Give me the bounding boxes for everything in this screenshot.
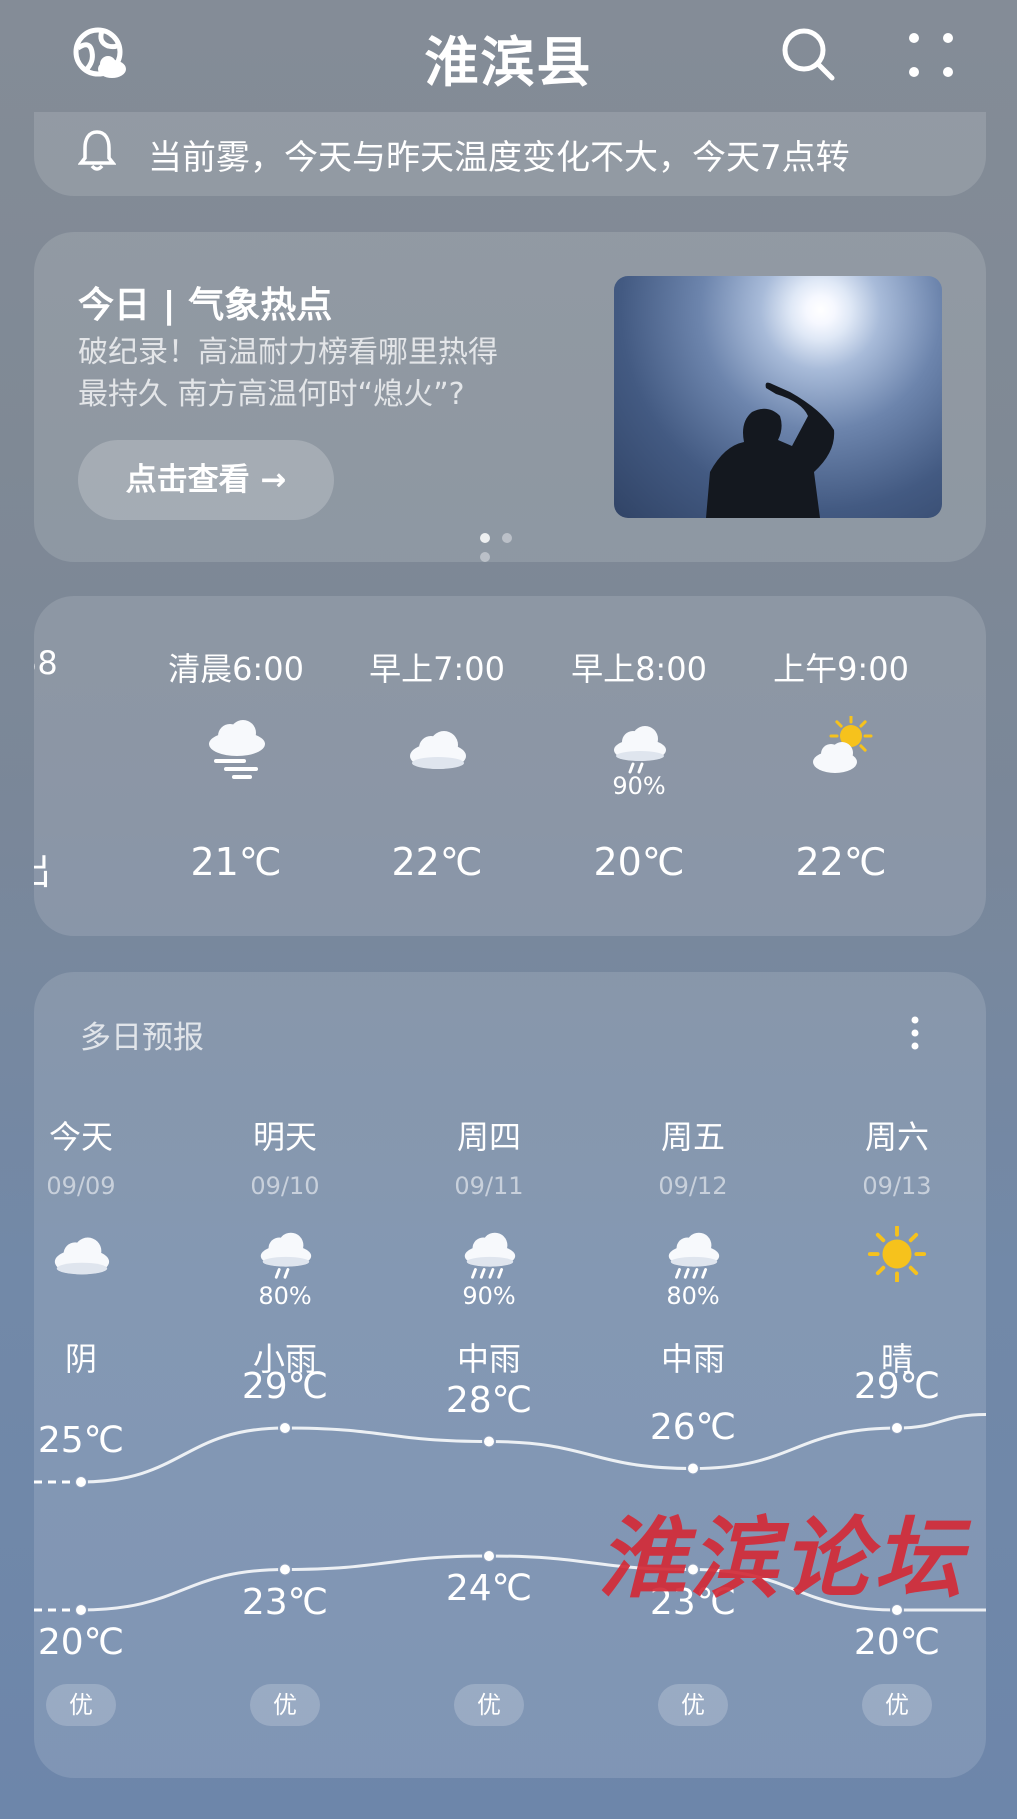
watermark-text: 淮滨论坛: [598, 1506, 967, 1610]
precip-probability: 90%: [612, 772, 666, 800]
partly-cloudy-icon: [809, 714, 873, 780]
hourly-temperature: 22℃: [795, 840, 887, 884]
alert-text: 当前雾，今天与昨天温度变化不大，今天7点转: [148, 138, 850, 178]
hourly-forecast-card[interactable]: :58 出 清晨6:00 21℃ 早上7:00 22℃ 早上8:00 90% 20℃ 上…: [34, 596, 986, 936]
high-temp-point: [74, 1475, 88, 1489]
hourly-time: 上午9:00: [773, 650, 909, 688]
high-temp-point: [278, 1421, 292, 1435]
high-temp-label: 25℃: [37, 1420, 125, 1461]
low-temp-label: 24℃: [445, 1568, 533, 1609]
hotspot-summary-line1: 破纪录！高温耐力榜看哪里热得: [78, 335, 498, 370]
top-bar: 淮滨县: [0, 0, 1017, 112]
hotspot-image[interactable]: [614, 276, 942, 518]
hourly-time: 清晨6:00: [168, 650, 304, 688]
hourly-temperature: 21℃: [190, 840, 282, 884]
bell-icon: [78, 130, 116, 171]
cloud-icon: [405, 716, 469, 780]
high-temp-point: [686, 1461, 700, 1476]
high-temp-label: 26℃: [649, 1406, 737, 1448]
low-temp-point: [278, 1562, 292, 1577]
carousel-indicator: [480, 528, 540, 562]
low-temp-point: [482, 1549, 496, 1563]
multi-day-forecast-card[interactable]: 多日预报 今天 09/09 阴 优明天 09/10 80% 小雨 优周四 09/…: [34, 972, 986, 1778]
hourly-temperature: 22℃: [391, 840, 483, 884]
hourly-temperature: 20℃: [593, 840, 685, 884]
weather-alert-banner[interactable]: 当前雾，今天与昨天温度变化不大，今天7点转: [34, 112, 986, 196]
high-temp-label: 28℃: [445, 1379, 533, 1421]
high-temp-line: [80, 1413, 986, 1484]
grid-menu-icon[interactable]: [906, 30, 956, 80]
sunrise-icon: [34, 716, 64, 780]
high-temp-point: [890, 1421, 904, 1435]
low-temp-label: 20℃: [853, 1622, 941, 1663]
fog-cloud-icon: [204, 716, 268, 780]
hotspot-summary-line2: 最持久 南方高温何时“熄火”?: [78, 377, 465, 412]
hotspot-heading: 今日 | 气象热点: [78, 285, 333, 326]
hourly-time: :58: [34, 644, 58, 682]
hourly-time: 早上8:00: [571, 650, 707, 688]
view-details-button[interactable]: 点击查看 →: [78, 440, 334, 520]
low-temp-point: [74, 1603, 88, 1617]
person-under-sun-illustration: [706, 382, 835, 518]
high-temp-label: 29℃: [853, 1366, 941, 1407]
city-title: 淮滨县: [424, 31, 593, 94]
low-temp-label: 23℃: [241, 1581, 329, 1623]
hourly-time: 上: [952, 644, 986, 690]
low-temp-label: 20℃: [37, 1622, 125, 1663]
search-icon[interactable]: [780, 26, 838, 84]
weather-hotspot-card[interactable]: 今日 | 气象热点 破纪录！高温耐力榜看哪里热得 最持久 南方高温何时“熄火”?…: [34, 232, 986, 562]
hotspot-summary: 破纪录！高温耐力榜看哪里热得 最持久 南方高温何时“熄火”?: [78, 332, 578, 416]
hourly-time: 早上7:00: [369, 650, 505, 688]
high-temp-point: [482, 1434, 496, 1449]
hourly-temperature: 出: [34, 840, 122, 895]
high-temp-label: 29℃: [241, 1366, 329, 1407]
rain-cloud-icon: [607, 716, 671, 780]
